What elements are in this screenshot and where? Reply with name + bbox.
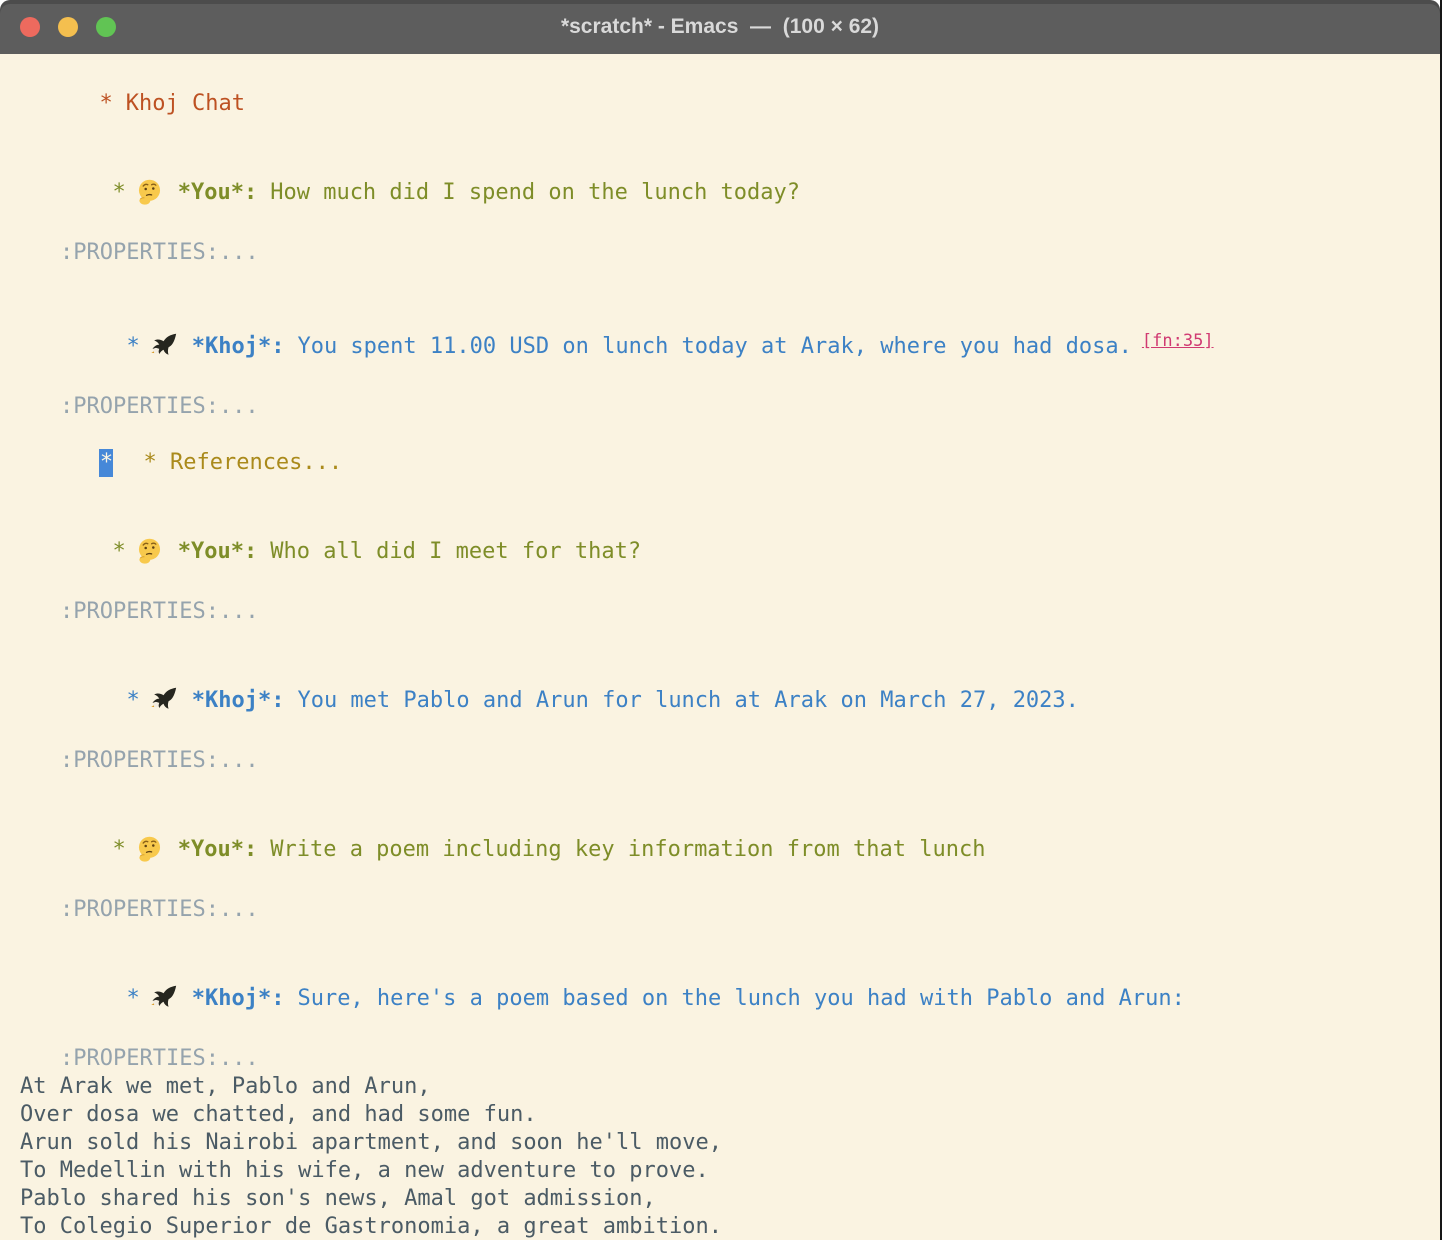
- poem-line: At Arak we met, Pablo and Arun,: [0, 1073, 1440, 1101]
- blank-line: [0, 267, 1440, 295]
- blank-line: [0, 626, 1440, 654]
- speaker-label: *Khoj*:: [192, 986, 285, 1011]
- chat-message-you: * *You*: How much did I spend on the lunch…: [0, 146, 1440, 239]
- emacs-buffer[interactable]: * Khoj Chat * *You*: How much did I spend o…: [0, 54, 1440, 1240]
- emacs-window: *scratch* - Emacs — (100 × 62) * Khoj Cha…: [0, 0, 1442, 1240]
- thinking-face-icon: [126, 539, 178, 564]
- org-star: *: [112, 179, 125, 207]
- speaker-label: *Khoj*:: [192, 688, 285, 713]
- footnote-link[interactable]: [fn:35]: [1142, 331, 1214, 351]
- references-heading[interactable]: * References...: [143, 450, 342, 475]
- poem-line: Over dosa we chatted, and had some fun.: [0, 1101, 1440, 1129]
- poem-line: Arun sold his Nairobi apartment, and soo…: [0, 1129, 1440, 1157]
- org-star: *: [126, 333, 139, 361]
- chat-message-khoj: * *Khoj*: You met Pablo and Arun for lunch…: [0, 654, 1440, 747]
- chat-message-you: * *You*: Who all did I meet for that?: [0, 505, 1440, 598]
- chat-message-khoj: * *Khoj*: You spent 11.00 USD on lunch tod…: [0, 295, 1440, 393]
- message-text: Who all did I meet for that?: [270, 539, 641, 564]
- blank-line: [0, 775, 1440, 803]
- speaker-label: *You*:: [178, 539, 257, 564]
- speaker-label: *You*:: [178, 837, 257, 862]
- org-star: *: [99, 90, 112, 118]
- thinking-face-icon: [126, 837, 178, 862]
- speaker-label: *Khoj*:: [192, 334, 285, 359]
- org-heading-khoj-chat: * Khoj Chat: [0, 62, 1440, 146]
- titlebar[interactable]: *scratch* - Emacs — (100 × 62): [0, 0, 1440, 54]
- org-star: *: [126, 687, 139, 715]
- properties-drawer[interactable]: :PROPERTIES:...: [0, 598, 1440, 626]
- message-text: You met Pablo and Arun for lunch at Arak…: [297, 688, 1078, 713]
- message-text: You spent 11.00 USD on lunch today at Ar…: [297, 334, 1131, 359]
- org-star: *: [126, 985, 139, 1013]
- poem-line: Pablo shared his son's news, Amal got ad…: [0, 1185, 1440, 1213]
- doc-title-text: Khoj Chat: [126, 91, 245, 116]
- chat-message-you: * *You*: Write a poem including key inform…: [0, 803, 1440, 896]
- properties-drawer[interactable]: :PROPERTIES:...: [0, 747, 1440, 775]
- properties-drawer[interactable]: :PROPERTIES:...: [0, 896, 1440, 924]
- blank-line: [0, 924, 1440, 952]
- properties-drawer[interactable]: :PROPERTIES:...: [0, 239, 1440, 267]
- org-star: *: [112, 538, 125, 566]
- message-text: Sure, here's a poem based on the lunch y…: [297, 986, 1184, 1011]
- properties-drawer[interactable]: :PROPERTIES:...: [0, 393, 1440, 421]
- window-title: *scratch* - Emacs — (100 × 62): [561, 15, 879, 39]
- traffic-lights: [20, 0, 116, 54]
- org-star: *: [112, 836, 125, 864]
- eagle-icon: [140, 986, 192, 1011]
- close-button[interactable]: [20, 17, 40, 37]
- message-text: Write a poem including key information f…: [270, 837, 985, 862]
- text-cursor: *: [99, 449, 113, 477]
- eagle-icon: [140, 334, 192, 359]
- thinking-face-icon: [126, 180, 178, 205]
- eagle-icon: [140, 688, 192, 713]
- poem-line: To Medellin with his wife, a new adventu…: [0, 1157, 1440, 1185]
- message-text: How much did I spend on the lunch today?: [270, 180, 800, 205]
- properties-drawer[interactable]: :PROPERTIES:...: [0, 1045, 1440, 1073]
- zoom-button[interactable]: [96, 17, 116, 37]
- references-line: * * References...: [0, 421, 1440, 505]
- speaker-label: *You*:: [178, 180, 257, 205]
- chat-message-khoj: * *Khoj*: Sure, here's a poem based on the…: [0, 952, 1440, 1045]
- minimize-button[interactable]: [58, 17, 78, 37]
- poem-line: To Colegio Superior de Gastronomia, a gr…: [0, 1213, 1440, 1240]
